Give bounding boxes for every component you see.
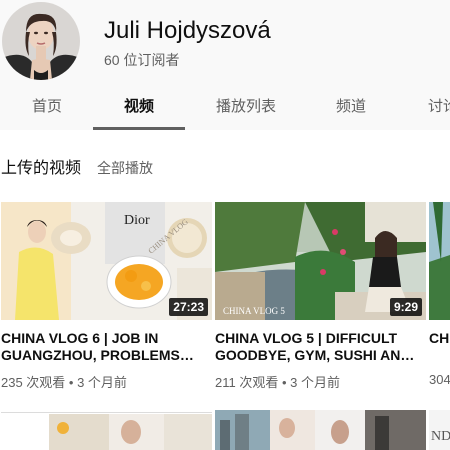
- video-thumbnail[interactable]: [429, 202, 450, 320]
- video-thumbnail[interactable]: CHINA VLOG 5 9:29: [215, 202, 426, 320]
- channel-name: Juli Hojdyszová: [104, 17, 271, 44]
- channel-tabs: 首页 视频 播放列表 频道 讨论: [0, 90, 450, 130]
- video-thumbnail[interactable]: ND: [429, 410, 450, 450]
- video-thumbnail[interactable]: Dior CHINA VLOG 27:23: [1, 202, 212, 320]
- play-all-button[interactable]: 全部播放: [97, 158, 153, 178]
- video-meta: 211 次观看 • 3 个月前: [215, 375, 340, 390]
- tab-videos[interactable]: 视频: [124, 90, 154, 130]
- tab-discussion[interactable]: 讨论: [428, 90, 450, 130]
- channel-avatar[interactable]: [2, 2, 80, 80]
- tab-home[interactable]: 首页: [32, 90, 62, 130]
- tab-channels[interactable]: 频道: [336, 90, 366, 130]
- video-thumbnail[interactable]: [1, 410, 212, 450]
- video-meta: 304…: [429, 372, 450, 387]
- section-title: 上传的视频: [1, 160, 82, 177]
- video-title[interactable]: CHINA VLOG 5 | DIFFICULT GOODBYE, GYM, S…: [215, 330, 426, 364]
- video-card[interactable]: CHINA VLOG WO… 304…: [429, 202, 450, 392]
- active-tab-indicator: [93, 127, 185, 130]
- video-title[interactable]: CHINA VLOG WO…: [429, 330, 450, 364]
- video-duration: 9:29: [389, 298, 422, 316]
- thumbnail-caption: ND: [431, 429, 450, 444]
- subscriber-count: 60 位订阅者: [104, 52, 180, 68]
- video-duration: 27:23: [169, 298, 208, 316]
- tab-playlists[interactable]: 播放列表: [216, 90, 276, 130]
- thumbnail-brand-text: Dior: [124, 213, 150, 228]
- video-meta: 235 次观看 • 3 个月前: [1, 375, 127, 390]
- thumbnail-caption: CHINA VLOG 5: [223, 306, 285, 316]
- video-title[interactable]: CHINA VLOG 6 | JOB IN GUANGZHOU, PROBLEM…: [1, 330, 212, 364]
- video-thumbnail[interactable]: [215, 410, 426, 450]
- channel-header: Juli Hojdyszová 60 位订阅者 首页 视频 播放列表 频道 讨论: [0, 0, 450, 130]
